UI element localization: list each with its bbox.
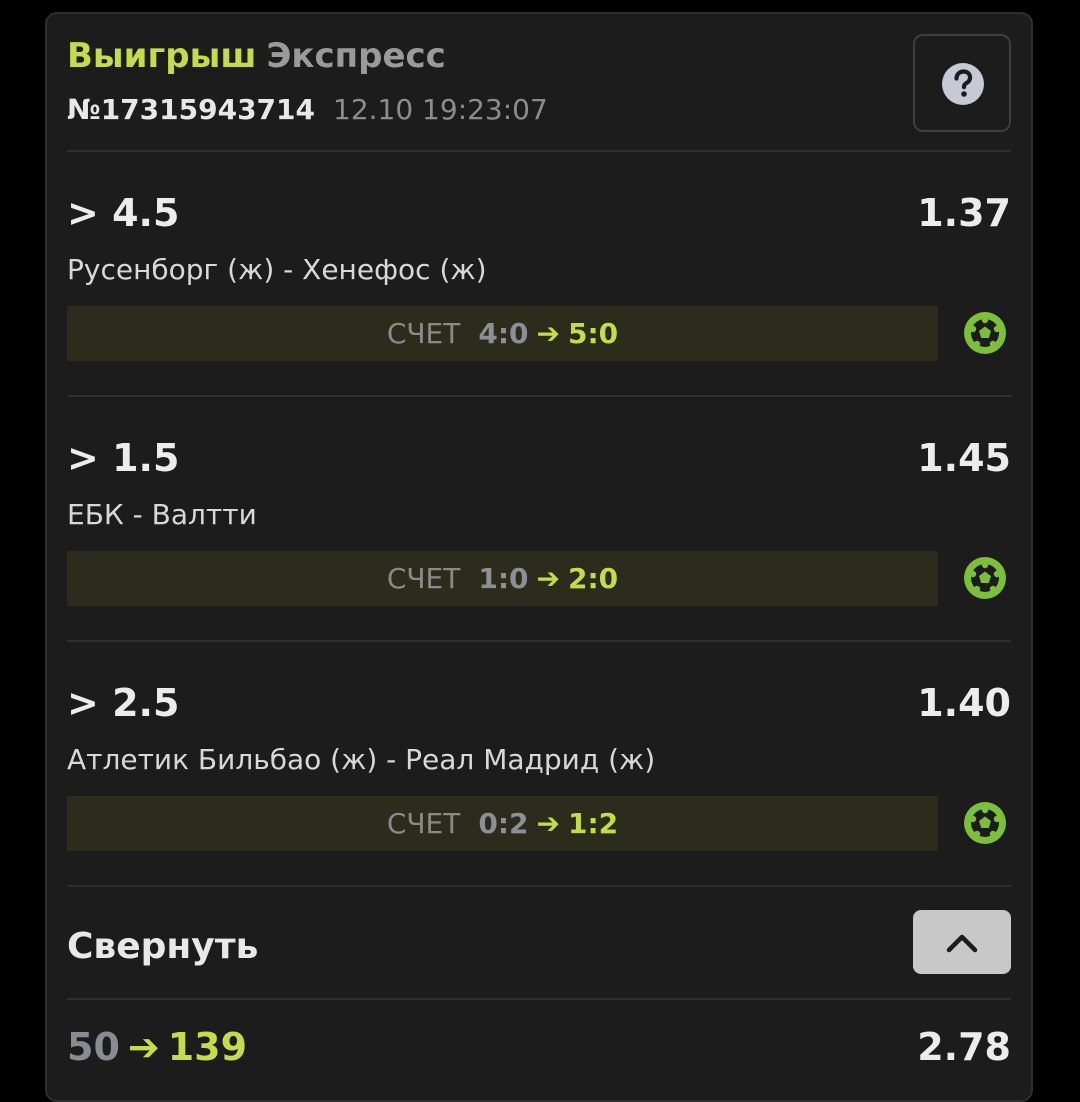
match-name: ЕБК - Валтти <box>67 498 257 531</box>
bet-datetime: 12.10 19:23:07 <box>333 93 548 126</box>
collapse-label[interactable]: Свернуть <box>67 922 258 972</box>
stake-payout: 50 ➔ 139 <box>67 1022 247 1072</box>
bet-odds: 1.45 <box>917 436 1011 480</box>
score-label: СЧЕТ <box>386 807 461 840</box>
bet-meta: №17315943714 12.10 19:23:07 <box>67 92 548 128</box>
score-to: 2:0 <box>568 562 619 595</box>
match-name: Русенборг (ж) - Хенефос (ж) <box>67 253 487 286</box>
arrow-right-icon: ➔ <box>536 317 560 350</box>
bet-item: > 1.5 1.45 ЕБК - Валтти СЧЕТ 1:0 ➔ 2:0 <box>67 419 1011 629</box>
score-label: СЧЕТ <box>386 317 461 350</box>
football-icon <box>964 802 1006 844</box>
score-bar: СЧЕТ 0:2 ➔ 1:2 <box>67 796 938 851</box>
bet-number: №17315943714 <box>67 93 315 126</box>
bet-type: Экспресс <box>266 36 446 76</box>
divider <box>67 150 1011 152</box>
arrow-right-icon: ➔ <box>127 1025 160 1069</box>
collapse-button[interactable] <box>913 910 1011 974</box>
score-from: 1:0 <box>478 562 529 595</box>
bet-header: Выигрыш Экспресс №17315943714 12.10 19:23:… <box>67 34 1011 152</box>
total-odds: 2.78 <box>917 1025 1011 1069</box>
arrow-right-icon: ➔ <box>536 562 560 595</box>
score-to: 1:2 <box>568 807 619 840</box>
score-to: 5:0 <box>568 317 619 350</box>
match-name: Атлетик Бильбао (ж) - Реал Мадрид (ж) <box>67 743 656 776</box>
score-from: 0:2 <box>478 807 529 840</box>
payout-amount: 139 <box>167 1025 248 1069</box>
score-label: СЧЕТ <box>386 562 461 595</box>
stake-amount: 50 <box>67 1025 120 1069</box>
bet-odds: 1.40 <box>917 681 1011 725</box>
bet-odds: 1.37 <box>917 191 1011 235</box>
divider <box>67 640 1011 642</box>
bet-title: Выигрыш Экспресс <box>67 34 446 78</box>
bet-market: > 2.5 <box>67 681 180 725</box>
score-from: 4:0 <box>478 317 529 350</box>
divider <box>67 998 1011 1000</box>
bet-status: Выигрыш <box>67 36 257 76</box>
score-bar: СЧЕТ 4:0 ➔ 5:0 <box>67 306 938 361</box>
bet-card: Выигрыш Экспресс №17315943714 12.10 19:23:… <box>45 12 1033 1102</box>
chevron-up-icon <box>946 934 978 953</box>
question-circle-icon <box>942 63 984 105</box>
bet-item: > 4.5 1.37 Русенборг (ж) - Хенефос (ж) С… <box>67 174 1011 384</box>
score-bar: СЧЕТ 1:0 ➔ 2:0 <box>67 551 938 606</box>
collapse-row: Свернуть <box>67 892 1011 1002</box>
football-icon <box>964 557 1006 599</box>
bet-market: > 4.5 <box>67 191 180 235</box>
football-icon <box>964 312 1006 354</box>
divider <box>67 885 1011 887</box>
help-button[interactable] <box>913 34 1011 132</box>
bet-summary: 50 ➔ 139 2.78 <box>67 1022 1011 1072</box>
bet-item: > 2.5 1.40 Атлетик Бильбао (ж) - Реал Ма… <box>67 664 1011 874</box>
divider <box>67 395 1011 397</box>
bet-market: > 1.5 <box>67 436 180 480</box>
arrow-right-icon: ➔ <box>536 807 560 840</box>
